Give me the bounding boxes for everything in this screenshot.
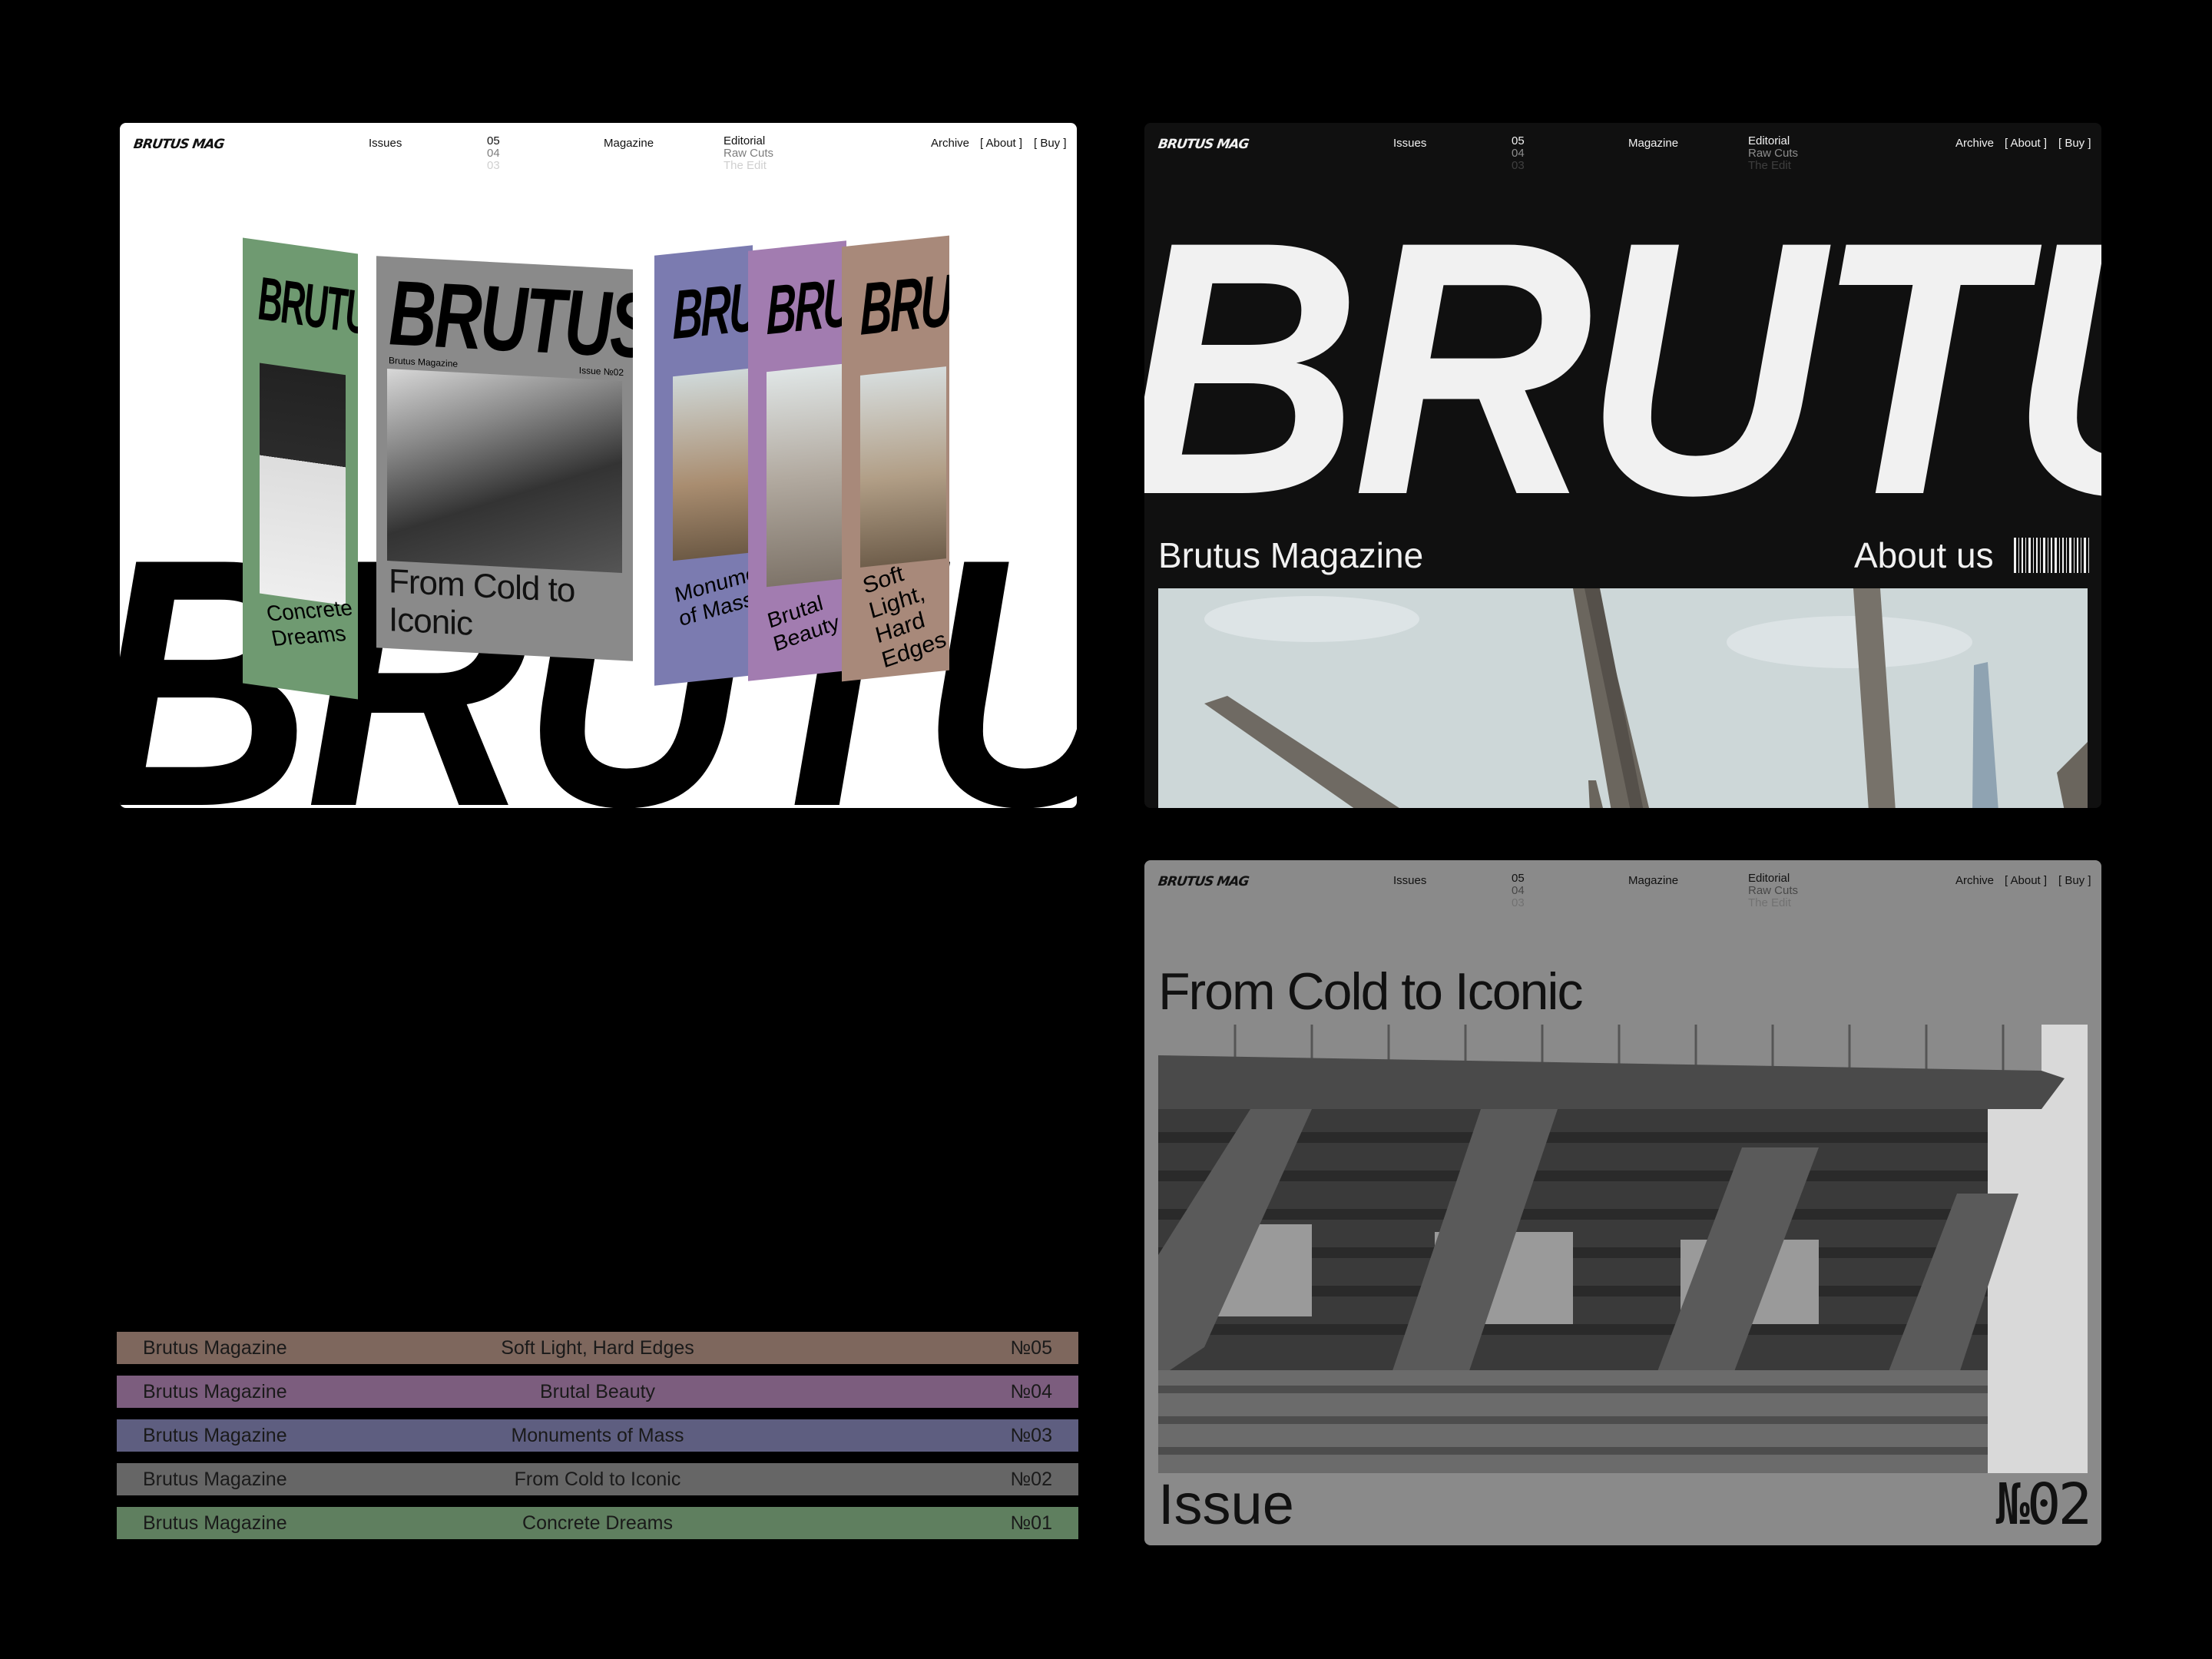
nav-raw-cuts[interactable]: Raw Cuts [1748,885,1798,897]
nav-buy[interactable]: [ Buy ] [2058,137,2091,150]
cover-masthead: BRUTUS [673,260,753,355]
issue-row-04[interactable]: Brutus Magazine Brutal Beauty №04 [117,1376,1078,1408]
cover-masthead: BRUTUS [258,263,358,351]
cover-image [767,363,846,588]
nav-editorial[interactable]: Editorial [1748,135,1798,147]
nav-editorial[interactable]: Editorial [724,135,773,147]
row-title: Concrete Dreams [522,1512,673,1534]
nav-the-edit[interactable]: The Edit [724,160,773,172]
issue-number: №02 [1995,1472,2092,1538]
cover-issue-02[interactable]: BRUTUS Brutus Magazine Issue №02 From Co… [376,256,633,661]
issue-row-03[interactable]: Brutus Magazine Monuments of Mass №03 [117,1419,1078,1452]
nav-buy[interactable]: [ Buy ] [2058,874,2091,887]
about-us-link[interactable]: About us [1854,535,1994,576]
nav-issues[interactable]: Issues [1393,874,1426,887]
issue-label: Issue [1158,1472,1294,1536]
logo[interactable]: BRUTUS MAG [133,137,225,152]
cover-issue-01[interactable]: BRUTUS Concrete Dreams [243,237,358,700]
cover-issue-label: Issue №02 [578,365,624,379]
row-title: Brutal Beauty [539,1381,656,1402]
cover-masthead: BRUTUS [860,250,949,351]
nav-the-edit[interactable]: The Edit [1748,897,1798,909]
nav-archive[interactable]: Archive [1955,874,1994,887]
nav-issues[interactable]: Issues [369,137,402,150]
top-nav: BRUTUS MAG Issues 05 04 03 Magazine Edit… [1144,860,2101,922]
issue-title: From Cold to Iconic [1158,962,1584,1021]
logo[interactable]: BRUTUS MAG [1157,874,1250,889]
row-title: Monuments of Mass [511,1425,684,1446]
top-nav: BRUTUS MAG Issues 05 04 03 Magazine Edit… [120,123,1077,184]
cover-title: Brutal Beauty [765,591,842,656]
cover-masthead: BRUTUS [767,256,846,350]
barcode-icon [2012,538,2091,573]
row-number: №01 [1010,1512,1052,1534]
nav-about[interactable]: [ About ] [2005,137,2047,150]
cover-title: From Cold to Iconic [389,562,575,643]
nav-about[interactable]: [ About ] [980,137,1022,150]
cover-issue-03[interactable]: BRUTUS Monuments of Mass [654,245,753,686]
nav-issue-04[interactable]: 04 [1512,147,1525,160]
nav-buy[interactable]: [ Buy ] [1034,137,1067,150]
nav-editorial[interactable]: Editorial [1748,873,1798,885]
row-number: №03 [1010,1425,1052,1446]
issue-photo [1158,1025,2088,1473]
hero-photo [1158,588,2088,808]
nav-issue-05[interactable]: 05 [487,135,500,147]
row-number: №02 [1010,1469,1052,1490]
editorial-list: Editorial Raw Cuts The Edit [724,135,773,172]
logo[interactable]: BRUTUS MAG [1157,137,1250,152]
issue-row-01[interactable]: Brutus Magazine Concrete Dreams №01 [117,1507,1078,1539]
nav-issue-05[interactable]: 05 [1512,873,1525,885]
issue-number-list: 05 04 03 [487,135,500,172]
row-number: №05 [1010,1337,1052,1359]
nav-archive[interactable]: Archive [1955,137,1994,150]
landing-page-preview: BRUTUS MAG Issues 05 04 03 Magazine Edit… [1144,123,2101,808]
nav-raw-cuts[interactable]: Raw Cuts [1748,147,1798,160]
issue-detail-preview: BRUTUS MAG Issues 05 04 03 Magazine Edit… [1144,860,2101,1545]
nav-raw-cuts[interactable]: Raw Cuts [724,147,773,160]
nav-issue-04[interactable]: 04 [487,147,500,160]
cover-image [673,368,753,561]
cover-image [860,366,946,568]
nav-archive[interactable]: Archive [931,137,969,150]
cover-title: Monuments of Mass [673,552,753,631]
nav-issue-04[interactable]: 04 [1512,885,1525,897]
issues-page-preview: BRUTUS MAG Issues 05 04 03 Magazine Edit… [120,123,1077,808]
issue-number-list: 05 04 03 [1512,873,1525,909]
row-number: №04 [1010,1381,1052,1402]
nav-issue-05[interactable]: 05 [1512,135,1525,147]
cover-image [387,368,622,574]
nav-about[interactable]: [ About ] [2005,874,2047,887]
nav-issues[interactable]: Issues [1393,137,1426,150]
issue-row-05[interactable]: Brutus Magazine Soft Light, Hard Edges №… [117,1332,1078,1364]
nav-issue-03[interactable]: 03 [1512,897,1525,909]
hero-brand: Brutus Magazine [1158,535,1424,575]
nav-issue-03[interactable]: 03 [487,160,500,172]
hero-wordmark: BRUTUS M [1144,167,2101,570]
issue-row-02[interactable]: Brutus Magazine From Cold to Iconic №02 [117,1463,1078,1495]
nav-magazine[interactable]: Magazine [1628,874,1678,887]
nav-magazine[interactable]: Magazine [1628,137,1678,150]
row-title: From Cold to Iconic [514,1469,681,1490]
cover-title: Concrete Dreams [264,595,355,651]
cover-image [260,363,346,606]
editorial-list: Editorial Raw Cuts The Edit [1748,873,1798,909]
cover-issue-05[interactable]: BRUTUS Soft Light, Hard Edges [842,235,949,682]
nav-magazine[interactable]: Magazine [604,137,654,150]
cover-issue-04[interactable]: BRUTUS Brutal Beauty [748,240,846,681]
row-title: Soft Light, Hard Edges [501,1337,694,1359]
